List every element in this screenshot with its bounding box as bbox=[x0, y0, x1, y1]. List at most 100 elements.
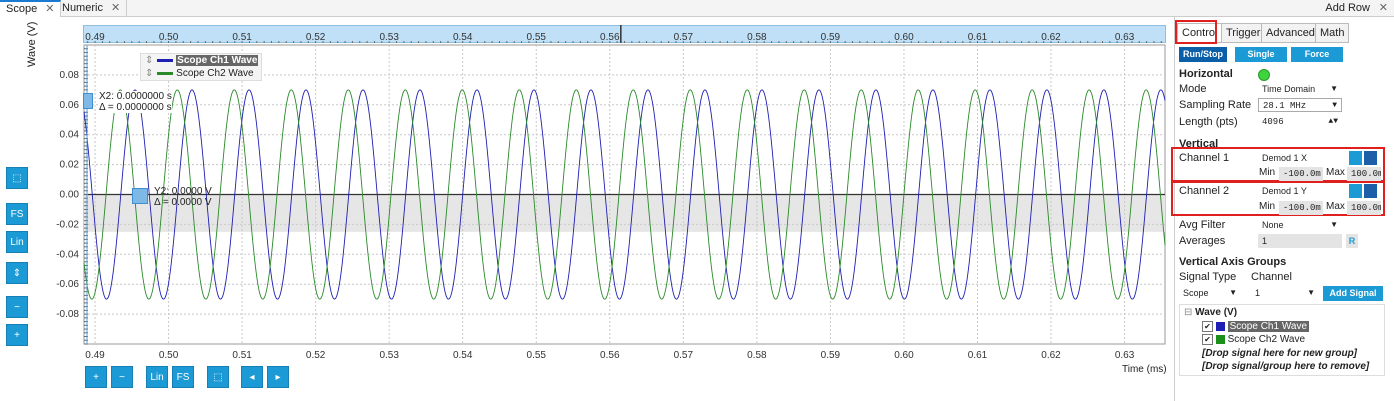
chevron-down-icon: ▼ bbox=[1307, 288, 1315, 297]
averages-input[interactable]: 1 bbox=[1258, 234, 1342, 248]
ch1-max-input[interactable]: 100.0m bbox=[1347, 167, 1381, 181]
tree-item-ch2[interactable]: ✔ Scope Ch2 Wave bbox=[1202, 334, 1305, 345]
x-cursor-handle[interactable] bbox=[83, 93, 93, 109]
lin-y-label: Lin bbox=[10, 237, 24, 248]
cursor-icon[interactable]: ⬚ bbox=[207, 366, 229, 388]
tab-numeric[interactable]: Numeric ✕ bbox=[56, 0, 128, 16]
channel2-value: Demod 1 Y bbox=[1262, 186, 1307, 196]
legend-item-ch1[interactable]: ⇕ Scope Ch1 Wave bbox=[141, 54, 261, 67]
zoom-out-icon[interactable]: − bbox=[111, 366, 133, 388]
fs-y-label: FS bbox=[10, 209, 24, 220]
run-stop-button[interactable]: Run/Stop bbox=[1179, 47, 1227, 62]
x-tick-label-bottom: 0.53 bbox=[379, 350, 399, 361]
channel-select[interactable]: 1 ▼ bbox=[1251, 286, 1319, 300]
averages-label: Averages bbox=[1179, 235, 1226, 247]
tree-item-ch1[interactable]: ✔ Scope Ch1 Wave bbox=[1202, 321, 1310, 333]
y-cursor-handle[interactable] bbox=[132, 188, 148, 204]
signal-tree-icon[interactable] bbox=[1349, 184, 1362, 198]
fs-x-label: FS bbox=[176, 372, 190, 383]
zoom-in-icon[interactable]: + bbox=[6, 324, 28, 346]
ch2-max-value: 100.0m bbox=[1351, 203, 1381, 213]
x-cursor-value: X2: 0.0000000 s bbox=[99, 91, 172, 102]
ch1-min-input[interactable]: -100.0m bbox=[1279, 167, 1323, 181]
tab-trigger[interactable]: Trigger bbox=[1221, 23, 1266, 43]
mode-label: Mode bbox=[1179, 83, 1207, 95]
stepper-icon[interactable]: ▲▼ bbox=[1328, 115, 1338, 129]
sampling-rate-select[interactable]: 28.1 MHz ▼ bbox=[1258, 98, 1342, 112]
max-label: Max bbox=[1326, 167, 1345, 178]
checkbox[interactable]: ✔ bbox=[1202, 334, 1213, 345]
lin-y-button[interactable]: Lin bbox=[6, 231, 28, 253]
x-tick-label-bottom: 0.49 bbox=[85, 350, 105, 361]
collapse-icon[interactable]: ⊟ bbox=[1184, 307, 1192, 318]
tab-advanced[interactable]: Advanced bbox=[1261, 23, 1320, 43]
tree-group-wave[interactable]: ⊟ Wave (V) bbox=[1184, 307, 1237, 318]
avg-filter-select[interactable]: None ▼ bbox=[1258, 218, 1342, 232]
x-tick-label-bottom: 0.61 bbox=[968, 350, 988, 361]
x-tick-label-bottom: 0.51 bbox=[232, 350, 252, 361]
close-icon[interactable]: ✕ bbox=[45, 3, 54, 15]
zoom-in-icon[interactable]: + bbox=[85, 366, 107, 388]
zoom-fit-icon[interactable]: ⇕ bbox=[6, 262, 28, 284]
reset-button[interactable]: R bbox=[1346, 234, 1358, 248]
drop-new-group-target[interactable]: [Drop signal here for new group] bbox=[1202, 348, 1357, 359]
horizontal-header: Horizontal bbox=[1179, 68, 1233, 80]
tab-scope-label: Scope bbox=[6, 3, 38, 15]
x-tick-label-bottom: 0.60 bbox=[894, 350, 914, 361]
x-tick-label-bottom: 0.50 bbox=[159, 350, 179, 361]
length-stepper[interactable]: 4096 ▲▼ bbox=[1258, 115, 1342, 129]
y-tick-label: -0.02 bbox=[56, 219, 79, 230]
y-tick-label: -0.08 bbox=[56, 309, 79, 320]
add-signal-button[interactable]: Add Signal bbox=[1323, 286, 1383, 301]
channel1-value: Demod 1 X bbox=[1262, 153, 1308, 163]
x-tick-label-bottom: 0.54 bbox=[453, 350, 473, 361]
cursor-icon[interactable]: ⬚ bbox=[6, 167, 28, 189]
y-tick-label: 0.06 bbox=[60, 100, 80, 111]
force-button[interactable]: Force bbox=[1291, 47, 1343, 62]
mode-value: Time Domain bbox=[1262, 84, 1316, 94]
avg-filter-value: None bbox=[1262, 220, 1284, 230]
x-tick-label-bottom: 0.58 bbox=[747, 350, 767, 361]
legend-item-ch2[interactable]: ⇕ Scope Ch2 Wave bbox=[141, 67, 261, 80]
x-axis-label: Time (ms) bbox=[1122, 364, 1167, 375]
channel2-select[interactable]: Demod 1 Y bbox=[1258, 184, 1346, 198]
track-right-icon[interactable]: ▸ bbox=[267, 366, 289, 388]
channel1-select[interactable]: Demod 1 X bbox=[1258, 151, 1346, 165]
add-row-button[interactable]: Add Row bbox=[1325, 0, 1370, 16]
ch2-min-input[interactable]: -100.0m bbox=[1279, 201, 1323, 215]
close-icon[interactable]: ✕ bbox=[1379, 0, 1388, 16]
drop-remove-target[interactable]: [Drop signal/group here to remove] bbox=[1202, 361, 1369, 372]
track-left-icon[interactable]: ◂ bbox=[241, 366, 263, 388]
signal-target-icon[interactable] bbox=[1364, 184, 1377, 198]
highlight-box bbox=[1175, 20, 1217, 44]
ch2-max-input[interactable]: 100.0m bbox=[1347, 201, 1381, 215]
signal-type-select[interactable]: Scope ▼ bbox=[1179, 286, 1241, 300]
fs-x-button[interactable]: FS bbox=[172, 366, 194, 388]
tab-bar: Scope ✕ Numeric ✕ Add Row ✕ bbox=[0, 0, 1394, 17]
chevron-down-icon: ▼ bbox=[1229, 288, 1237, 297]
min-label: Min bbox=[1259, 167, 1276, 178]
signal-tree: ⊟ Wave (V) ✔ Scope Ch1 Wave ✔ Scope Ch2 … bbox=[1179, 304, 1385, 376]
scope-plot-area: 0.49 0.49 0.50 0.50 0.51 0.51 0.52 0.52 0.53 0.53… bbox=[0, 17, 1172, 401]
signal-target-icon[interactable] bbox=[1364, 151, 1377, 165]
vertical-axis-groups-header: Vertical Axis Groups bbox=[1179, 256, 1287, 268]
zoom-out-icon[interactable]: − bbox=[6, 296, 28, 318]
fs-y-button[interactable]: FS bbox=[6, 203, 28, 225]
tree-item-label: Scope Ch1 Wave bbox=[1227, 321, 1310, 333]
single-button[interactable]: Single bbox=[1235, 47, 1287, 62]
close-icon[interactable]: ✕ bbox=[111, 2, 120, 14]
y-tick-label: 0.02 bbox=[60, 160, 80, 171]
legend-label: Scope Ch2 Wave bbox=[176, 68, 254, 79]
mode-select[interactable]: Time Domain ▼ bbox=[1258, 82, 1342, 96]
checkbox[interactable]: ✔ bbox=[1202, 321, 1213, 332]
y-cursor-delta: Δ = 0.0000 V bbox=[154, 197, 212, 208]
signal-tree-icon[interactable] bbox=[1349, 151, 1362, 165]
tab-advanced-label: Advanced bbox=[1266, 27, 1315, 39]
lin-x-button[interactable]: Lin bbox=[146, 366, 168, 388]
tree-item-label: Scope Ch2 Wave bbox=[1227, 334, 1306, 346]
tab-math[interactable]: Math bbox=[1315, 23, 1350, 43]
x-cursor-readout: X2: 0.0000000 s Δ = 0.0000000 s bbox=[99, 91, 172, 113]
y-tick-label: 0.04 bbox=[60, 130, 80, 141]
tab-scope[interactable]: Scope ✕ bbox=[0, 0, 62, 17]
x-tick-label-bottom: 0.55 bbox=[527, 350, 547, 361]
